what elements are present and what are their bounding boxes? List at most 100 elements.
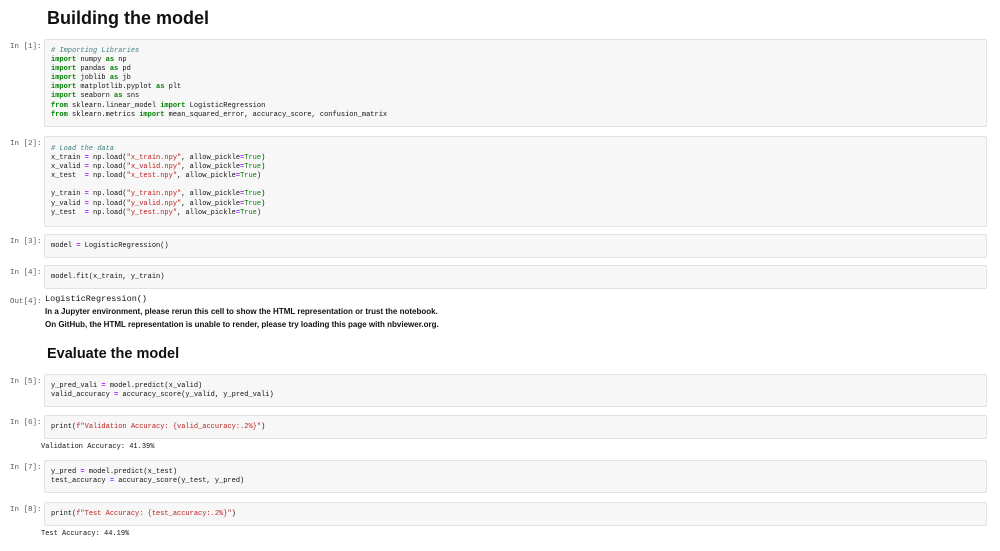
code-token: np.load( — [88, 208, 127, 217]
code-token: y_test — [51, 208, 85, 217]
code-token: mean_squared_error, accuracy_score, conf… — [164, 110, 388, 119]
cell-3-prompt: In [3]: — [10, 238, 42, 246]
code-token: x_train — [51, 154, 85, 163]
code-token: ) — [261, 199, 266, 208]
code-line: print(f"Test Accuracy: {test_accuracy:.2… — [51, 510, 986, 519]
code-token: True — [244, 154, 262, 163]
code-line: x_valid = np.load("x_valid.npy", allow_p… — [51, 163, 986, 172]
cell-8-code[interactable]: print(f"Test Accuracy: {test_accuracy:.2… — [45, 510, 986, 519]
cell-4-output-prompt: Out[4]: — [10, 298, 42, 306]
code-token: model.fit(x_train, y_train) — [51, 273, 165, 281]
code-token: np.load( — [88, 172, 127, 181]
code-token: True — [244, 190, 262, 199]
cell-2-code[interactable]: # Load the data x_train = np.load("x_trai… — [45, 145, 986, 218]
code-token: np.load( — [88, 154, 127, 163]
heading-evaluate-the-model: Evaluate the model — [47, 346, 180, 362]
code-token: plt — [164, 83, 182, 92]
code-token: matplotlib.pyplot — [76, 83, 157, 92]
code-cell-8[interactable]: print(f"Test Accuracy: {test_accuracy:.2… — [44, 502, 987, 526]
code-token: import — [51, 65, 77, 74]
code-cell-7[interactable]: y_pred = model.predict(x_test) test_accur… — [44, 460, 987, 493]
cell-6-code[interactable]: print(f"Validation Accuracy: {valid_accu… — [45, 423, 986, 432]
code-line: valid_accuracy = accuracy_score(y_valid,… — [51, 391, 986, 400]
code-line: import matplotlib.pyplot as plt — [51, 83, 986, 92]
code-token: , allow_pickle — [181, 154, 241, 163]
cell-4-code[interactable]: model.fit(x_train, y_train) — [45, 273, 986, 282]
cell-1-code[interactable]: # Importing Libraries import numpy as np i… — [45, 47, 986, 120]
code-token: import — [51, 56, 77, 65]
code-line: y_test = np.load("y_test.npy", allow_pic… — [51, 209, 986, 218]
code-token: "x_train.npy" — [126, 154, 182, 163]
code-token: as — [109, 65, 119, 74]
cell-3-code[interactable]: model = LogisticRegression() — [45, 242, 986, 251]
code-line: model = LogisticRegression() — [51, 242, 986, 251]
cell-5-prompt: In [5]: — [10, 378, 42, 386]
code-token: accuracy_score(y_test, y_pred) — [114, 477, 245, 486]
code-token: , allow_pickle — [177, 172, 236, 181]
code-token: f"Test Accuracy: {test_accuracy:.2%}" — [76, 510, 232, 518]
code-token: y_pred_vali — [51, 382, 102, 390]
code-token: sns — [122, 92, 140, 101]
code-token: x_valid — [51, 163, 85, 172]
code-token: np.load( — [88, 199, 127, 208]
cell-2-prompt: In [2]: — [10, 140, 42, 148]
code-token: from — [51, 101, 68, 110]
code-cell-1[interactable]: # Importing Libraries import numpy as np i… — [44, 39, 987, 127]
code-cell-6[interactable]: print(f"Validation Accuracy: {valid_accu… — [44, 415, 987, 439]
code-cell-5[interactable]: y_pred_vali = model.predict(x_valid) vali… — [44, 374, 987, 407]
heading-building-the-model: Building the model — [47, 8, 209, 28]
code-token: seaborn — [76, 92, 115, 101]
code-cell-2[interactable]: # Load the data x_train = np.load("x_trai… — [44, 136, 987, 227]
code-token: ) — [261, 423, 266, 431]
cell-4-output-warning-jupyter: In a Jupyter environment, please rerun t… — [45, 307, 438, 316]
cell-8-output: Test Accuracy: 44.19% — [41, 530, 130, 538]
code-token: as — [105, 56, 115, 65]
code-line: y_valid = np.load("y_valid.npy", allow_p… — [51, 200, 986, 209]
code-line: y_pred = model.predict(x_test) — [51, 468, 986, 477]
code-token: x_test — [51, 172, 85, 181]
code-cell-4[interactable]: model.fit(x_train, y_train) — [44, 265, 987, 289]
code-token: , allow_pickle — [181, 190, 241, 199]
code-cell-3[interactable]: model = LogisticRegression() — [44, 234, 987, 258]
code-token: np — [114, 56, 127, 65]
cell-6-prompt: In [6]: — [10, 419, 42, 427]
code-token: import — [51, 92, 77, 101]
code-token: ) — [256, 172, 262, 181]
code-token: from — [51, 110, 68, 119]
code-token: "y_train.npy" — [126, 190, 182, 199]
code-token: import — [51, 83, 77, 92]
code-line: import numpy as np — [51, 56, 986, 65]
code-token: ) — [261, 163, 266, 172]
cell-5-code[interactable]: y_pred_vali = model.predict(x_valid) vali… — [45, 382, 986, 400]
code-token: test_accuracy — [51, 477, 110, 486]
code-line: test_accuracy = accuracy_score(y_test, y… — [51, 477, 986, 486]
code-token: pandas — [76, 65, 110, 74]
code-token: , allow_pickle — [181, 163, 241, 172]
code-line: print(f"Validation Accuracy: {valid_accu… — [51, 423, 986, 432]
code-token: LogisticRegression() — [80, 242, 169, 250]
code-token: True — [240, 172, 257, 181]
code-line: model.fit(x_train, y_train) — [51, 273, 986, 282]
code-token: pd — [118, 65, 131, 74]
code-line: x_train = np.load("x_train.npy", allow_p… — [51, 154, 986, 163]
code-token: f"Validation Accuracy: {valid_accuracy:.… — [76, 423, 262, 431]
code-token: joblib — [76, 74, 110, 83]
cell-1-prompt: In [1]: — [10, 43, 42, 51]
cell-4-prompt: In [4]: — [10, 269, 42, 277]
code-line: import pandas as pd — [51, 65, 986, 74]
cell-7-code[interactable]: y_pred = model.predict(x_test) test_accur… — [45, 468, 986, 486]
code-line: y_train = np.load("y_train.npy", allow_p… — [51, 190, 986, 199]
cell-7-prompt: In [7]: — [10, 464, 42, 472]
code-token: print( — [51, 510, 77, 518]
code-token: "x_valid.npy" — [126, 163, 182, 172]
code-token: np.load( — [88, 190, 127, 199]
code-token: np.load( — [88, 163, 127, 172]
code-line: import joblib as jb — [51, 74, 986, 83]
code-token: , allow_pickle — [181, 199, 241, 208]
code-token: import — [160, 101, 186, 110]
code-token: "y_valid.npy" — [126, 199, 182, 208]
code-token: True — [244, 163, 262, 172]
code-token: ) — [231, 510, 236, 518]
code-token: sklearn.linear_model — [67, 101, 161, 110]
